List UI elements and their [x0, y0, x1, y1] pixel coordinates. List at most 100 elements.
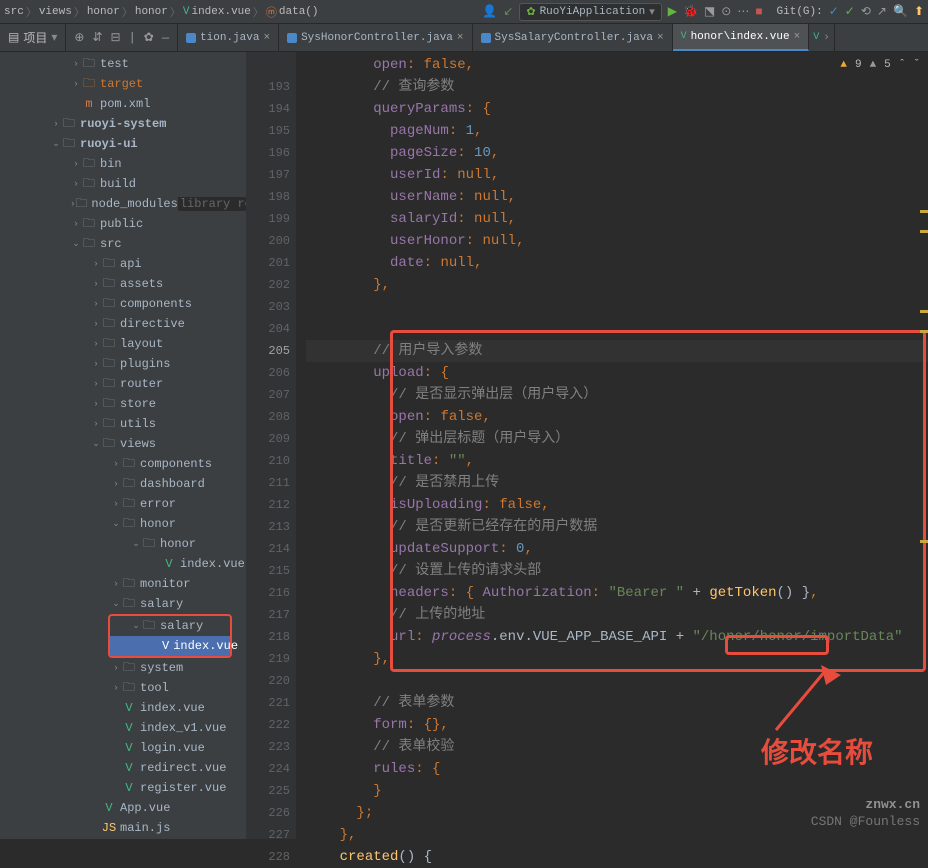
project-tree[interactable]: ›🗀test ›🗀target mpom.xml ›🗀ruoyi-system … [0, 52, 246, 839]
search-icon[interactable]: 🔍 [893, 4, 908, 19]
tree-file-honor-index[interactable]: Vindex.vue [0, 554, 246, 574]
close-icon[interactable]: × [657, 32, 664, 44]
git-update-icon[interactable]: ✓ [829, 4, 839, 19]
folder-icon: 🗀 [122, 574, 136, 595]
tree-folder-honor[interactable]: ⌄🗀honor [0, 514, 246, 534]
tree-folder-bin[interactable]: ›🗀bin [0, 154, 246, 174]
tab-syssalary[interactable]: SysSalaryController.java × [473, 24, 673, 51]
tree-folder-salary2[interactable]: ⌄🗀salary [110, 616, 230, 636]
close-icon[interactable]: × [263, 32, 270, 44]
target-icon[interactable]: ⊕ [74, 30, 84, 45]
git-commit-icon[interactable]: ✓ [845, 4, 855, 19]
annotation-text: 修改名称 [761, 745, 873, 767]
close-icon[interactable]: × [457, 32, 464, 44]
tree-label: index.vue [140, 701, 205, 715]
crumb[interactable]: data() [279, 6, 319, 18]
tree-folder-src[interactable]: ⌄🗀src [0, 234, 246, 254]
tree-folder-router[interactable]: ›🗀router [0, 374, 246, 394]
collapse-icon[interactable]: ⊟ [111, 30, 121, 45]
tab-java1[interactable]: tion.java× [178, 24, 279, 51]
git-label: Git(G): [777, 6, 823, 18]
coverage-icon[interactable]: ⬔ [704, 4, 715, 19]
tree-folder-ruoyi-ui[interactable]: ⌄🗀ruoyi-ui [0, 134, 246, 154]
tab-label: SysSalaryController.java [495, 32, 653, 44]
tree-file-redirect[interactable]: Vredirect.vue [0, 758, 246, 778]
tree-label: system [140, 661, 183, 675]
vue-icon: V [122, 741, 136, 755]
tree-folder-components2[interactable]: ›🗀components [0, 454, 246, 474]
run-config-dropdown[interactable]: ✿ RuoYiApplication ▾ [519, 3, 661, 21]
tree-folder-api[interactable]: ›🗀api [0, 254, 246, 274]
breadcrumb[interactable]: src〉 views〉 honor〉 honor〉 V index.vue〉 ⓜ… [4, 4, 319, 20]
tab-honor-index[interactable]: Vhonor\index.vue× [673, 24, 810, 51]
tree-file-salary-index[interactable]: Vindex.vue [110, 636, 230, 656]
crumb[interactable]: honor [135, 6, 168, 18]
tree-file-app[interactable]: VApp.vue [0, 798, 246, 818]
stop-icon[interactable]: ■ [755, 5, 762, 19]
tree-file-mainjs[interactable]: JSmain.js [0, 818, 246, 838]
close-icon[interactable]: × [794, 31, 801, 43]
tab-syshonor[interactable]: SysHonorController.java× [279, 24, 472, 51]
folder-icon: 🗀 [122, 494, 136, 515]
tab-more[interactable]: V› [809, 24, 835, 51]
code-area[interactable]: open: false, // 查询参数 queryParams: { page… [296, 52, 928, 839]
tree-file-index-v1[interactable]: Vindex_v1.vue [0, 718, 246, 738]
chevron-down-icon[interactable]: ˇ [913, 59, 920, 71]
tree-file-pom[interactable]: mpom.xml [0, 94, 246, 114]
tree-folder-utils[interactable]: ›🗀utils [0, 414, 246, 434]
run-icon[interactable]: ▶ [668, 4, 677, 19]
code-editor[interactable]: 1931941951961971981992002012022032042052… [246, 52, 928, 839]
profile-icon[interactable]: ⊙ [721, 4, 731, 19]
git-history-icon[interactable]: ⟲ [861, 4, 871, 19]
tree-folder-honor2[interactable]: ⌄🗀honor [0, 534, 246, 554]
ide-update-icon[interactable]: ⬆ [914, 4, 924, 19]
tree-folder-test[interactable]: ›🗀test [0, 54, 246, 74]
tree-folder-plugins[interactable]: ›🗀plugins [0, 354, 246, 374]
tree-folder-assets[interactable]: ›🗀assets [0, 274, 246, 294]
tree-folder-node-modules[interactable]: ›🗀node_modules library root [0, 194, 246, 214]
warning-mark[interactable] [920, 230, 928, 233]
tree-label: public [100, 217, 143, 231]
tree-folder-tool[interactable]: ›🗀tool [0, 678, 246, 698]
git-revert-icon[interactable]: ↗ [877, 4, 887, 19]
crumb[interactable]: src [4, 6, 24, 18]
tree-folder-public[interactable]: ›🗀public [0, 214, 246, 234]
tree-file-login[interactable]: Vlogin.vue [0, 738, 246, 758]
expand-icon[interactable]: ⇵ [92, 30, 102, 45]
watermark-brand: znwx.cn [811, 797, 920, 814]
tree-folder-views[interactable]: ⌄🗀views [0, 434, 246, 454]
attach-icon[interactable]: ⋯ [737, 4, 749, 19]
error-stripe[interactable] [918, 80, 928, 839]
tree-folder-system[interactable]: ›🗀system [0, 658, 246, 678]
tree-folder-salary[interactable]: ⌄🗀salary [0, 594, 246, 614]
settings-icon[interactable]: ✿ [144, 30, 154, 45]
tree-folder-build[interactable]: ›🗀build [0, 174, 246, 194]
tree-folder-dashboard[interactable]: ›🗀dashboard [0, 474, 246, 494]
warning-mark[interactable] [920, 210, 928, 213]
hide-icon[interactable]: — [162, 31, 169, 45]
tree-folder-directive[interactable]: ›🗀directive [0, 314, 246, 334]
tree-folder-layout[interactable]: ›🗀layout [0, 334, 246, 354]
warning-mark[interactable] [920, 310, 928, 313]
tree-file-index3[interactable]: Vindex.vue [0, 698, 246, 718]
tree-folder-target[interactable]: ›🗀target [0, 74, 246, 94]
hammer-icon[interactable]: ↙ [503, 4, 513, 19]
inspection-status[interactable]: ▲9 ▲5 ˆˇ [840, 59, 920, 71]
tree-folder-ruoyi-system[interactable]: ›🗀ruoyi-system [0, 114, 246, 134]
crumb[interactable]: views [39, 6, 72, 18]
folder-icon: 🗀 [102, 354, 116, 375]
tree-folder-store[interactable]: ›🗀store [0, 394, 246, 414]
project-tool-button[interactable]: ▤ 项目 ▾ [0, 24, 66, 51]
crumb[interactable]: honor [87, 6, 120, 18]
chevron-up-icon[interactable]: ˆ [899, 59, 906, 71]
tree-folder-components[interactable]: ›🗀components [0, 294, 246, 314]
tree-file-register[interactable]: Vregister.vue [0, 778, 246, 798]
warning-mark[interactable] [920, 540, 928, 543]
tree-folder-error[interactable]: ›🗀error [0, 494, 246, 514]
debug-icon[interactable]: 🐞 [683, 4, 698, 19]
user-icon[interactable]: 👤 [482, 4, 497, 19]
crumb[interactable]: index.vue [191, 6, 250, 18]
warning-mark[interactable] [920, 330, 928, 333]
tree-folder-monitor[interactable]: ›🗀monitor [0, 574, 246, 594]
folder-icon: 🗀 [82, 214, 96, 235]
